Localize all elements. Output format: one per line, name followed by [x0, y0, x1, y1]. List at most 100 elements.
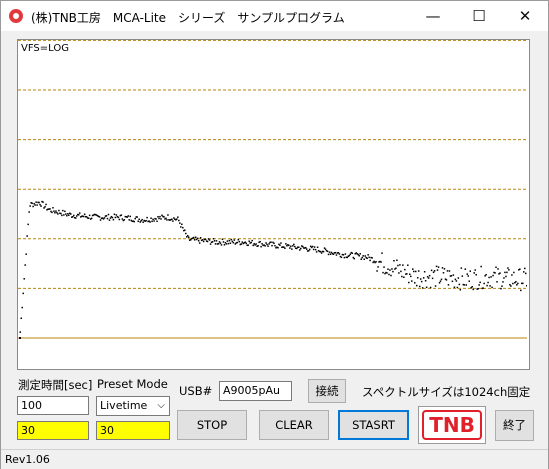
spectrum-point [299, 249, 301, 251]
spectrum-point [184, 229, 186, 231]
time-display: 30 [17, 421, 89, 440]
spectrum-point [504, 271, 506, 274]
spectrum-point [322, 250, 325, 253]
status-bar: Rev1.06 [1, 449, 548, 469]
spectrum-point [523, 271, 525, 273]
spectrum-point [67, 213, 69, 215]
spectrum-point [75, 217, 77, 219]
spectrum-point [376, 270, 378, 272]
spectrum-point [261, 242, 263, 245]
spectrum-point [127, 215, 130, 217]
preset-mode-value: Livetime [100, 399, 148, 412]
spectrum-point [500, 287, 502, 290]
spectrum-point [19, 331, 21, 333]
spectrum-point [494, 272, 496, 274]
spectrum-point [107, 213, 110, 216]
spectrum-point [413, 282, 416, 284]
spectrum-point [55, 210, 57, 212]
spectrum-point [371, 257, 373, 259]
spectrum-point [472, 288, 474, 291]
spectrum-point [312, 248, 315, 251]
spectrum-point [171, 218, 173, 221]
spectrum-point [418, 285, 421, 288]
usb-input[interactable]: A9005pAu [219, 381, 292, 401]
spectrum-plot-svg [18, 40, 527, 339]
spectrum-point [351, 252, 354, 254]
spectrum-point [320, 252, 323, 254]
spectrum-point [266, 243, 268, 246]
spectrum-point [99, 219, 102, 221]
spectrum-point [42, 201, 44, 203]
spectrum-point [483, 282, 485, 285]
spectrum-point [520, 289, 522, 292]
spectrum-point [268, 243, 270, 245]
spectrum-point [460, 267, 463, 269]
spectrum-point [399, 264, 401, 266]
exit-button[interactable]: 終了 [495, 410, 534, 441]
spectrum-point [524, 267, 526, 270]
spectrum-point [366, 257, 368, 260]
spectrum-point [485, 273, 487, 276]
stop-button[interactable]: STOP [177, 410, 247, 440]
maximize-button[interactable]: ☐ [456, 1, 502, 31]
spectrum-point [435, 265, 438, 268]
spectrum-point [367, 254, 369, 256]
spectrum-point [109, 217, 112, 219]
spectrum-point [375, 260, 377, 263]
spectrum-point [496, 281, 498, 283]
spectrum-point [338, 253, 341, 255]
spectrum-point [247, 244, 249, 246]
spectrum-point [308, 248, 311, 251]
spectrum-point [452, 274, 455, 276]
spectrum-point [222, 241, 225, 243]
spectrum-point [259, 240, 261, 243]
spectrum-point [75, 215, 78, 217]
spectrum-point [340, 256, 343, 259]
spectrum-point [212, 237, 215, 240]
spectrum-point [179, 222, 181, 224]
spectrum-point [70, 213, 72, 215]
spectrum-point [32, 205, 34, 208]
spectrum-point [193, 239, 196, 241]
spectrum-point [288, 244, 290, 247]
spectrum-point [509, 283, 511, 286]
spectrum-point [407, 264, 409, 266]
spectrum-point [510, 285, 512, 287]
spectrum-point [363, 258, 365, 261]
start-button[interactable]: STASRT [338, 410, 409, 440]
spectrum-point [388, 273, 390, 276]
spectrum-point [348, 254, 351, 257]
spectrum-point [252, 244, 254, 247]
spectrum-point [204, 238, 207, 241]
spectrum-point [237, 238, 240, 241]
minimize-button[interactable]: — [410, 1, 456, 31]
spectrum-point [298, 246, 300, 248]
spectrum-point [413, 270, 415, 273]
close-button[interactable]: ✕ [502, 1, 548, 31]
spectrum-point [403, 276, 405, 278]
connect-button[interactable]: 接続 [308, 379, 346, 403]
spectrum-point [159, 215, 161, 218]
spectrum-point [134, 217, 136, 220]
spectrum-point [442, 271, 445, 274]
time-input[interactable]: 100 [17, 396, 89, 415]
spectrum-point [515, 280, 517, 283]
spectrum-point [291, 248, 293, 250]
spectrum-point [227, 242, 230, 245]
spectrum-point [427, 277, 430, 279]
spectrum-point [467, 275, 470, 277]
spectrum-point [241, 241, 244, 243]
spectrum-point [368, 256, 370, 259]
clear-button[interactable]: CLEAR [259, 410, 329, 440]
spectrum-point [475, 273, 477, 276]
spectrum-point [51, 211, 53, 214]
spectrum-point [400, 270, 402, 273]
spectrum-point [319, 250, 322, 253]
spectrum-point [342, 254, 345, 256]
spectrum-point [225, 243, 228, 245]
spectrum-point [292, 245, 294, 247]
usb-label: USB# [179, 384, 213, 398]
preset-mode-select[interactable]: Livetime ⌵ [96, 396, 170, 416]
spectrum-point [250, 241, 252, 244]
spectrum-point [361, 256, 363, 259]
